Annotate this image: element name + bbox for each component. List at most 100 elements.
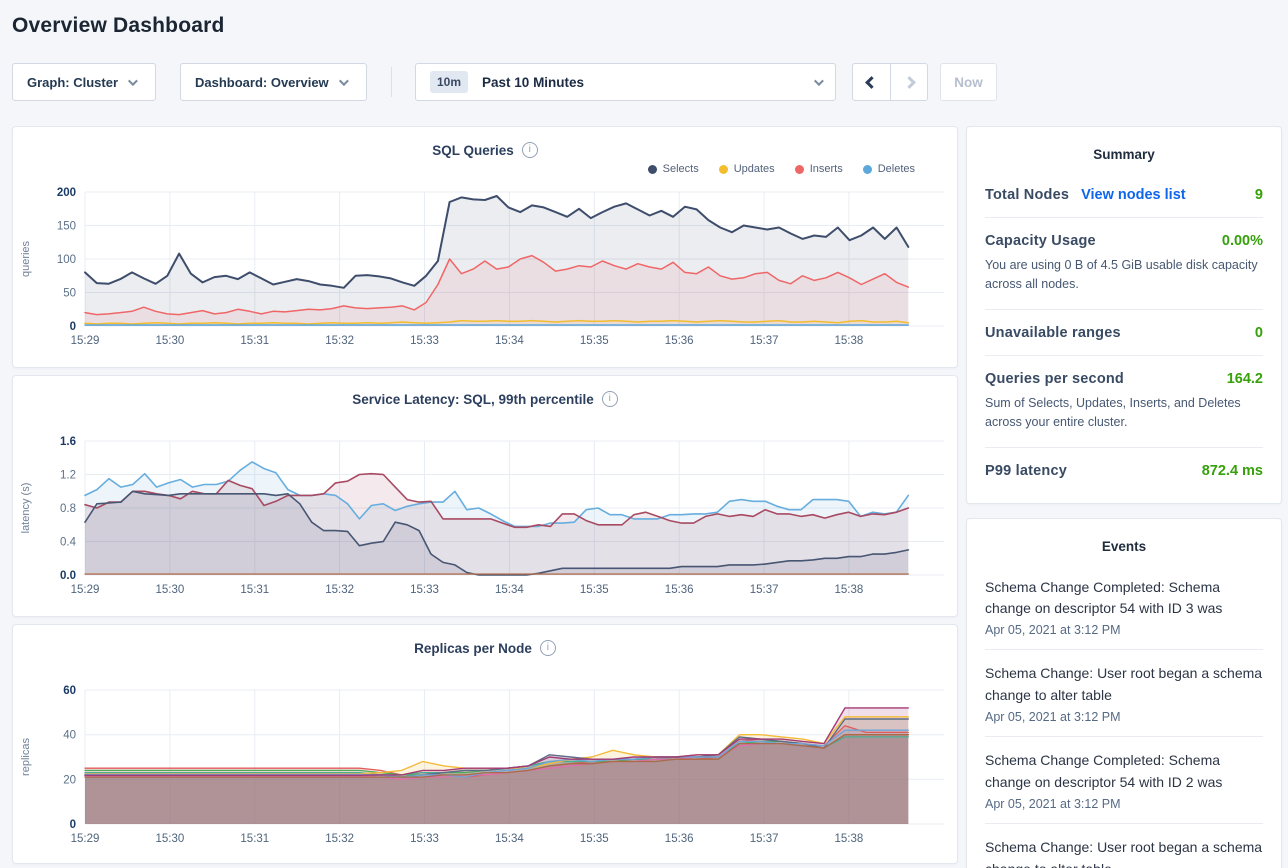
chevron-down-icon: [339, 76, 349, 86]
svg-text:15:32: 15:32: [325, 584, 354, 596]
legend-item-inserts[interactable]: Inserts: [795, 163, 843, 175]
service-latency-chart-canvas[interactable]: 0.00.40.81.21.615:2915:3015:3115:3215:33…: [13, 427, 957, 599]
service-latency-chart-card: Service Latency: SQL, 99th percentile i …: [12, 375, 958, 617]
dashboard-select-label: Dashboard: Overview: [195, 75, 329, 90]
time-range-dropdown[interactable]: 10m Past 10 Minutes: [415, 63, 836, 101]
summary-title: Summary: [985, 141, 1263, 172]
info-icon[interactable]: i: [602, 391, 618, 407]
summary-label: Capacity Usage: [985, 233, 1096, 249]
svg-text:15:33: 15:33: [410, 833, 439, 845]
legend-dot: [795, 165, 804, 174]
svg-text:200: 200: [57, 187, 76, 199]
now-button[interactable]: Now: [940, 63, 997, 101]
summary-description: Sum of Selects, Updates, Inserts, and De…: [985, 394, 1263, 433]
svg-text:100: 100: [57, 254, 76, 266]
svg-text:15:29: 15:29: [71, 335, 100, 347]
svg-text:15:34: 15:34: [495, 584, 524, 596]
svg-text:50: 50: [63, 288, 76, 300]
time-range-label: Past 10 Minutes: [482, 75, 584, 90]
replicas-chart-canvas[interactable]: 020406015:2915:3015:3115:3215:3315:3415:…: [13, 676, 957, 848]
svg-text:15:30: 15:30: [156, 584, 185, 596]
info-icon[interactable]: i: [522, 142, 538, 158]
summary-value: 164.2: [1227, 371, 1263, 387]
svg-text:0.0: 0.0: [60, 570, 76, 582]
info-icon[interactable]: i: [540, 640, 556, 656]
chevron-right-icon: [903, 76, 916, 89]
svg-text:15:36: 15:36: [665, 584, 694, 596]
svg-text:15:38: 15:38: [835, 584, 864, 596]
svg-text:0.4: 0.4: [60, 537, 77, 549]
svg-text:0: 0: [70, 321, 76, 333]
page-title: Overview Dashboard: [12, 14, 1282, 38]
svg-text:queries: queries: [20, 240, 32, 277]
svg-text:60: 60: [63, 685, 76, 697]
summary-row-total-nodes: Total Nodes View nodes list 9: [985, 172, 1263, 217]
svg-text:15:38: 15:38: [835, 335, 864, 347]
svg-text:15:36: 15:36: [665, 833, 694, 845]
charts-column: SQL Queries i Selects Updates Inserts: [12, 126, 958, 864]
svg-text:15:31: 15:31: [240, 833, 269, 845]
svg-text:40: 40: [63, 730, 76, 742]
legend-item-selects[interactable]: Selects: [648, 163, 699, 175]
svg-text:15:35: 15:35: [580, 584, 609, 596]
time-nav-group: [852, 63, 928, 101]
summary-row-capacity-usage: Capacity Usage 0.00% You are using 0 B o…: [985, 217, 1263, 309]
event-text: Schema Change: User root began a schema …: [985, 837, 1263, 868]
summary-row-p99-latency: P99 latency 872.4 ms: [985, 447, 1263, 493]
events-panel: Events Schema Change Completed: Schema c…: [966, 518, 1282, 868]
svg-text:15:29: 15:29: [71, 833, 100, 845]
summary-row-unavailable-ranges: Unavailable ranges 0: [985, 309, 1263, 355]
time-range-badge: 10m: [430, 71, 468, 93]
svg-text:15:31: 15:31: [240, 335, 269, 347]
svg-text:150: 150: [57, 221, 76, 233]
chevron-left-icon: [865, 76, 878, 89]
svg-text:latency (s): latency (s): [20, 483, 32, 534]
svg-text:15:33: 15:33: [410, 335, 439, 347]
summary-panel: Summary Total Nodes View nodes list 9 Ca…: [966, 126, 1282, 504]
event-text: Schema Change Completed: Schema change o…: [985, 750, 1263, 794]
svg-text:15:32: 15:32: [325, 335, 354, 347]
svg-text:15:30: 15:30: [156, 833, 185, 845]
legend-dot: [648, 165, 657, 174]
sidebar: Summary Total Nodes View nodes list 9 Ca…: [966, 126, 1282, 868]
svg-text:15:30: 15:30: [156, 335, 185, 347]
legend-item-updates[interactable]: Updates: [719, 163, 775, 175]
view-nodes-list-link[interactable]: View nodes list: [1081, 187, 1186, 203]
svg-text:15:35: 15:35: [580, 335, 609, 347]
svg-text:15:37: 15:37: [750, 335, 779, 347]
event-list-item: Schema Change Completed: Schema change o…: [985, 564, 1263, 650]
event-timestamp: Apr 05, 2021 at 3:12 PM: [985, 623, 1263, 637]
overview-dashboard-page: Overview Dashboard Graph: Cluster Dashbo…: [0, 0, 1288, 868]
chart-title: Service Latency: SQL, 99th percentile: [352, 392, 594, 407]
graph-scope-label: Graph: Cluster: [27, 75, 118, 90]
summary-row-queries-per-second: Queries per second 164.2 Sum of Selects,…: [985, 355, 1263, 447]
event-list-item: Schema Change: User root began a schema …: [985, 823, 1263, 868]
events-title: Events: [985, 533, 1263, 564]
chart-legend: Selects Updates Inserts Deletes: [13, 160, 957, 178]
sql-queries-chart-canvas[interactable]: 0 50 100 150 200 15:29 15:30 15:31 15:32 15:33 15:…: [13, 178, 957, 350]
dashboard-select-dropdown[interactable]: Dashboard: Overview: [180, 63, 367, 101]
svg-text:15:29: 15:29: [71, 584, 100, 596]
event-text: Schema Change: User root began a schema …: [985, 663, 1263, 707]
summary-label: P99 latency: [985, 463, 1067, 479]
summary-value: 0.00%: [1222, 233, 1263, 249]
graph-scope-dropdown[interactable]: Graph: Cluster: [12, 63, 156, 101]
legend-item-deletes[interactable]: Deletes: [863, 163, 915, 175]
svg-text:20: 20: [63, 774, 76, 786]
summary-description: You are using 0 B of 4.5 GiB usable disk…: [985, 256, 1263, 295]
summary-value: 9: [1255, 187, 1263, 203]
event-text: Schema Change Completed: Schema change o…: [985, 577, 1263, 621]
event-list-item: Schema Change Completed: Schema change o…: [985, 736, 1263, 823]
time-next-button[interactable]: [890, 64, 927, 100]
svg-text:replicas: replicas: [20, 738, 32, 776]
svg-text:0: 0: [70, 819, 76, 831]
summary-label: Queries per second: [985, 371, 1124, 387]
svg-text:15:34: 15:34: [495, 335, 524, 347]
summary-value: 872.4 ms: [1202, 463, 1263, 479]
time-prev-button[interactable]: [853, 64, 890, 100]
summary-label: Unavailable ranges: [985, 325, 1121, 341]
legend-dot: [863, 165, 872, 174]
svg-text:15:37: 15:37: [750, 833, 779, 845]
chevron-down-icon: [128, 76, 138, 86]
dashboard-toolbar: Graph: Cluster Dashboard: Overview 10m P…: [12, 62, 1282, 102]
